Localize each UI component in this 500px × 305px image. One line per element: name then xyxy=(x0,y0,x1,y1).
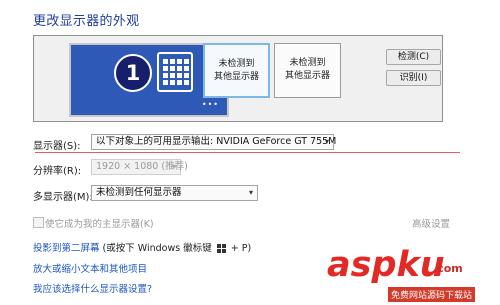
page-title: 更改显示器的外观 xyxy=(33,14,140,29)
display-select[interactable]: 以下对象上的可用显示输出: NVIDIA GeForce GT 755M ▾ xyxy=(91,134,337,150)
display-preview-panel: 1 ••• 未检测到 其他显示器 未检测到 其他显示器 检测(C) 识别(I) xyxy=(33,35,443,122)
main-display-checkbox-label: 使它成为我的主显示器(K) xyxy=(45,219,154,230)
project-hint-text: (或按下 Windows 徽标键 xyxy=(102,243,212,254)
advanced-settings-link[interactable]: 高级设置 xyxy=(412,216,450,230)
multi-display-select-value: 未检测到任何显示器 xyxy=(96,187,182,198)
display-label: 显示器(S): xyxy=(33,141,81,152)
resolution-select[interactable]: 1920 × 1080 (推荐) ▾ xyxy=(91,159,188,175)
watermark-tagline: 免费网站源码下载站 xyxy=(388,287,476,302)
chevron-down-icon: ▾ xyxy=(324,137,329,146)
windows-logo-icon xyxy=(216,244,226,253)
main-display-checkbox[interactable] xyxy=(33,217,44,228)
monitor-2-tile[interactable]: 未检测到 其他显示器 xyxy=(203,43,270,98)
identify-button[interactable]: 识别(I) xyxy=(386,70,441,86)
project-hint-suffix: + P) xyxy=(230,243,252,254)
detect-button[interactable]: 检测(C) xyxy=(386,49,441,65)
monitor-dots: ••• xyxy=(201,100,219,109)
which-settings-link[interactable]: 我应该选择什么显示器设置? xyxy=(33,281,152,295)
multi-display-select[interactable]: 未检测到任何显示器 ▾ xyxy=(91,185,258,201)
display-select-value: 以下对象上的可用显示输出: NVIDIA GeForce GT 755M xyxy=(96,136,337,147)
divider-line xyxy=(35,152,460,153)
site-watermark: aspku .com 免费网站源码下载站 xyxy=(325,245,500,305)
monitor-3-tile[interactable]: 未检测到 其他显示器 xyxy=(274,43,341,98)
text-size-link[interactable]: 放大或缩小文本和其他项目 xyxy=(33,261,147,275)
resolution-label: 分辨率(R): xyxy=(33,166,82,177)
multi-display-label: 多显示器(M): xyxy=(33,192,93,203)
project-link-row: 投影到第二屏幕 (或按下 Windows 徽标键 + P) xyxy=(33,240,251,254)
project-second-screen-link[interactable]: 投影到第二屏幕 xyxy=(33,243,100,254)
monitor-number-badge: 1 xyxy=(114,54,152,92)
watermark-domain: .com xyxy=(433,262,463,275)
chevron-down-icon: ▾ xyxy=(171,162,176,171)
chevron-down-icon: ▾ xyxy=(248,188,253,197)
watermark-brand: aspku xyxy=(327,245,445,285)
desktop-icon-grid-icon xyxy=(157,52,193,92)
